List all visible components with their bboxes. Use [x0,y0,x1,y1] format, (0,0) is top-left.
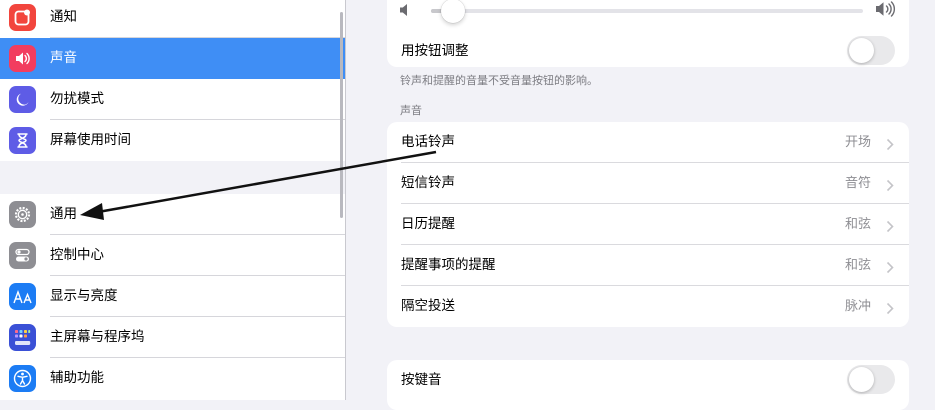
sidebar-item-label: 声音 [50,50,77,66]
sidebar-item-display-brightness[interactable]: 显示与亮度 [0,276,345,317]
sidebar-item-general[interactable]: 通用 [0,194,345,235]
sounds-list-card: 电话铃声 开场 短信铃声 音符 日历提醒 和弦 提醒事项的提醒 和弦 隔空投送 … [387,122,909,327]
toggle-knob [849,38,874,63]
row-label: 日历提醒 [401,216,455,232]
volume-footnote: 铃声和提醒的音量不受音量按钮的影响。 [400,74,598,87]
sidebar-item-label: 显示与亮度 [50,288,118,304]
accessibility-icon [9,365,36,392]
ringer-volume-slider[interactable] [387,0,909,31]
sidebar-item-control-center[interactable]: 控制中心 [0,235,345,276]
sidebar-group-2: 通用 控制中心 显示与亮度 主屏幕与程序坞 辅助功能 [0,194,345,400]
gear-icon [9,201,36,228]
toggles-icon [9,242,36,269]
keyboard-clicks-card: 按键音 [387,360,909,410]
toggle-knob [849,367,874,392]
sidebar-item-label: 勿扰模式 [50,91,104,107]
row-value: 和弦 [844,217,871,232]
slider-knob[interactable] [440,0,465,23]
sidebar-item-accessibility[interactable]: 辅助功能 [0,358,345,399]
moon-icon [9,86,36,113]
text-tone-row[interactable]: 短信铃声 音符 [387,163,909,204]
sidebar-scrollbar[interactable] [340,12,343,218]
chevron-right-icon [886,177,894,196]
calendar-alerts-row[interactable]: 日历提醒 和弦 [387,204,909,245]
row-label: 短信铃声 [401,175,455,191]
sidebar-item-sounds[interactable]: 声音 [0,38,345,79]
sidebar-item-label: 主屏幕与程序坞 [50,329,145,345]
sidebar-item-home-screen-dock[interactable]: 主屏幕与程序坞 [0,317,345,358]
sidebar-item-label: 屏幕使用时间 [50,132,131,148]
sidebar-item-label: 通知 [50,9,77,25]
row-label: 提醒事项的提醒 [401,257,496,273]
row-value: 和弦 [844,258,871,273]
chevron-right-icon [886,136,894,155]
row-label: 电话铃声 [401,134,455,150]
chevron-right-icon [886,259,894,278]
row-label: 隔空投送 [401,298,455,314]
keyboard-clicks-label: 按键音 [401,372,442,388]
hourglass-icon [9,127,36,154]
change-with-buttons-row: 用按钮调整 [387,31,909,67]
home-grid-icon [9,324,36,351]
row-value: 脉冲 [844,299,871,314]
sidebar-item-screen-time[interactable]: 屏幕使用时间 [0,120,345,161]
sidebar-item-label: 通用 [50,206,77,222]
ringtone-row[interactable]: 电话铃声 开场 [387,122,909,163]
settings-sidebar: 通知 声音 勿扰模式 屏幕使用时间 通用 控制中心 显示与亮度 主屏幕与程序坞 … [0,0,346,400]
sounds-detail-pane: 用按钮调整 铃声和提醒的音量不受音量按钮的影响。 声音 电话铃声 开场 短信铃声… [346,0,935,410]
row-value: 开场 [844,135,871,150]
sidebar-group-1: 通知 声音 勿扰模式 屏幕使用时间 [0,0,345,161]
change-with-buttons-toggle[interactable] [847,36,895,65]
volume-card: 用按钮调整 [387,0,909,67]
speaker-low-icon [399,2,411,21]
speaker-icon [9,45,36,72]
notifications-icon [9,4,36,31]
text-size-icon [9,283,36,310]
sidebar-item-do-not-disturb[interactable]: 勿扰模式 [0,79,345,120]
sidebar-item-label: 控制中心 [50,247,104,263]
chevron-right-icon [886,218,894,237]
keyboard-clicks-toggle[interactable] [847,365,895,394]
chevron-right-icon [886,300,894,319]
row-value: 音符 [844,176,871,191]
sounds-section-header: 声音 [400,104,422,117]
sidebar-item-label: 辅助功能 [50,370,104,386]
sidebar-item-notifications[interactable]: 通知 [0,0,345,38]
speaker-high-icon [875,1,897,21]
keyboard-clicks-row: 按键音 [387,360,909,401]
change-with-buttons-label: 用按钮调整 [401,43,469,59]
slider-track [431,9,863,13]
airdrop-row[interactable]: 隔空投送 脉冲 [387,286,909,327]
reminder-alerts-row[interactable]: 提醒事项的提醒 和弦 [387,245,909,286]
